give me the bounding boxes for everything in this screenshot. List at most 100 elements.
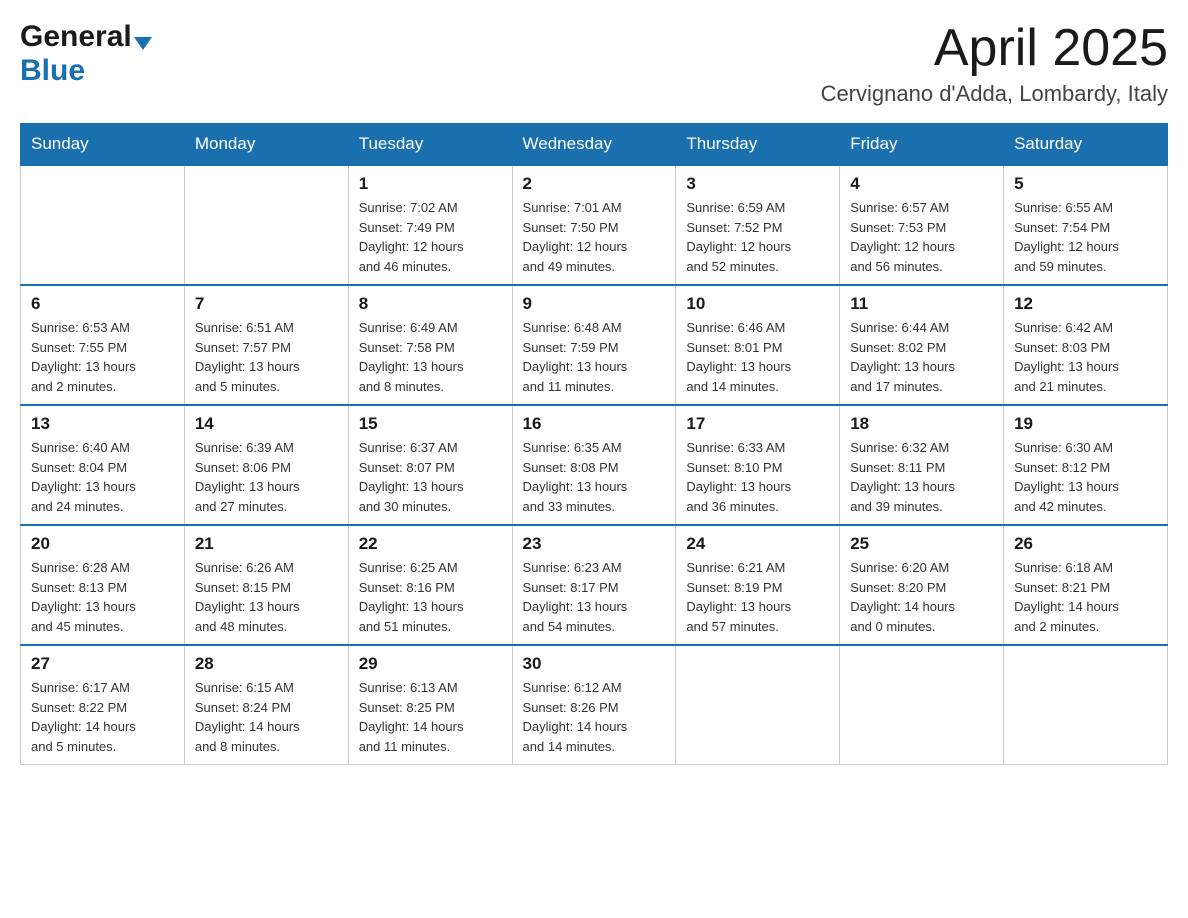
day-number: 18 [850, 414, 993, 434]
day-number: 4 [850, 174, 993, 194]
header: General Blue April 2025 Cervignano d'Add… [20, 20, 1168, 107]
day-number: 17 [686, 414, 829, 434]
day-number: 22 [359, 534, 502, 554]
calendar-cell: 25 Sunrise: 6:20 AM Sunset: 8:20 PM Dayli… [840, 525, 1004, 645]
day-number: 27 [31, 654, 174, 674]
calendar-week-3: 13Sunrise: 6:40 AM Sunset: 8:04 PM Dayli… [21, 405, 1168, 525]
day-info: Sunrise: 6:28 AM Sunset: 8:13 PM Dayligh… [31, 558, 174, 636]
day-number: 9 [523, 294, 666, 314]
day-info: Sunrise: 6:53 AM Sunset: 7:55 PM Dayligh… [31, 318, 174, 396]
calendar-cell [676, 645, 840, 765]
day-number: 2 [523, 174, 666, 194]
day-number: 7 [195, 294, 338, 314]
day-info: Sunrise: 6:49 AM Sunset: 7:58 PM Dayligh… [359, 318, 502, 396]
calendar-cell: 7 Sunrise: 6:51 AM Sunset: 7:57 PM Daylig… [184, 285, 348, 405]
day-info: Sunrise: 6:26 AM Sunset: 8:15 PM Dayligh… [195, 558, 338, 636]
calendar-cell: 12 Sunrise: 6:42 AM Sunset: 8:03 PM Dayli… [1004, 285, 1168, 405]
calendar-cell: 8 Sunrise: 6:49 AM Sunset: 7:58 PM Daylig… [348, 285, 512, 405]
calendar-cell: 17Sunrise: 6:33 AM Sunset: 8:10 PM Dayli… [676, 405, 840, 525]
logo-triangle-icon [134, 37, 152, 50]
calendar-cell: 9 Sunrise: 6:48 AM Sunset: 7:59 PM Daylig… [512, 285, 676, 405]
calendar-cell: 11 Sunrise: 6:44 AM Sunset: 8:02 PM Dayli… [840, 285, 1004, 405]
day-number: 1 [359, 174, 502, 194]
header-day-saturday: Saturday [1004, 124, 1168, 166]
day-info: Sunrise: 7:02 AM Sunset: 7:49 PM Dayligh… [359, 198, 502, 276]
day-number: 21 [195, 534, 338, 554]
calendar-cell [1004, 645, 1168, 765]
day-number: 10 [686, 294, 829, 314]
day-info: Sunrise: 6:46 AM Sunset: 8:01 PM Dayligh… [686, 318, 829, 396]
day-info: Sunrise: 6:23 AM Sunset: 8:17 PM Dayligh… [523, 558, 666, 636]
calendar-cell: 20 Sunrise: 6:28 AM Sunset: 8:13 PM Dayli… [21, 525, 185, 645]
day-number: 16 [523, 414, 666, 434]
calendar-cell: 1 Sunrise: 7:02 AM Sunset: 7:49 PM Daylig… [348, 165, 512, 285]
day-number: 3 [686, 174, 829, 194]
calendar-cell: 26Sunrise: 6:18 AM Sunset: 8:21 PM Dayli… [1004, 525, 1168, 645]
calendar-week-1: 1 Sunrise: 7:02 AM Sunset: 7:49 PM Daylig… [21, 165, 1168, 285]
calendar-cell: 4 Sunrise: 6:57 AM Sunset: 7:53 PM Daylig… [840, 165, 1004, 285]
calendar-cell: 22 Sunrise: 6:25 AM Sunset: 8:16 PM Dayli… [348, 525, 512, 645]
day-info: Sunrise: 6:55 AM Sunset: 7:54 PM Dayligh… [1014, 198, 1157, 276]
calendar-cell: 10 Sunrise: 6:46 AM Sunset: 8:01 PM Dayli… [676, 285, 840, 405]
day-number: 25 [850, 534, 993, 554]
day-number: 20 [31, 534, 174, 554]
calendar-cell: 30 Sunrise: 6:12 AM Sunset: 8:26 PM Dayli… [512, 645, 676, 765]
calendar-cell: 14 Sunrise: 6:39 AM Sunset: 8:06 PM Dayli… [184, 405, 348, 525]
header-day-thursday: Thursday [676, 124, 840, 166]
calendar-cell: 24 Sunrise: 6:21 AM Sunset: 8:19 PM Dayli… [676, 525, 840, 645]
day-info: Sunrise: 6:35 AM Sunset: 8:08 PM Dayligh… [523, 438, 666, 516]
day-number: 5 [1014, 174, 1157, 194]
day-info: Sunrise: 6:15 AM Sunset: 8:24 PM Dayligh… [195, 678, 338, 756]
calendar-cell: 27 Sunrise: 6:17 AM Sunset: 8:22 PM Dayli… [21, 645, 185, 765]
day-info: Sunrise: 6:30 AM Sunset: 8:12 PM Dayligh… [1014, 438, 1157, 516]
day-number: 12 [1014, 294, 1157, 314]
header-day-friday: Friday [840, 124, 1004, 166]
calendar-cell [840, 645, 1004, 765]
day-info: Sunrise: 6:57 AM Sunset: 7:53 PM Dayligh… [850, 198, 993, 276]
day-info: Sunrise: 6:20 AM Sunset: 8:20 PM Dayligh… [850, 558, 993, 636]
day-number: 26 [1014, 534, 1157, 554]
header-day-monday: Monday [184, 124, 348, 166]
calendar-cell: 15 Sunrise: 6:37 AM Sunset: 8:07 PM Dayli… [348, 405, 512, 525]
calendar-cell [184, 165, 348, 285]
day-number: 15 [359, 414, 502, 434]
day-number: 29 [359, 654, 502, 674]
day-info: Sunrise: 6:21 AM Sunset: 8:19 PM Dayligh… [686, 558, 829, 636]
day-info: Sunrise: 6:37 AM Sunset: 8:07 PM Dayligh… [359, 438, 502, 516]
day-number: 11 [850, 294, 993, 314]
day-info: Sunrise: 6:25 AM Sunset: 8:16 PM Dayligh… [359, 558, 502, 636]
day-number: 13 [31, 414, 174, 434]
month-title: April 2025 [821, 20, 1168, 77]
calendar-cell: 28Sunrise: 6:15 AM Sunset: 8:24 PM Dayli… [184, 645, 348, 765]
day-info: Sunrise: 7:01 AM Sunset: 7:50 PM Dayligh… [523, 198, 666, 276]
day-info: Sunrise: 6:44 AM Sunset: 8:02 PM Dayligh… [850, 318, 993, 396]
calendar-cell: 21 Sunrise: 6:26 AM Sunset: 8:15 PM Dayli… [184, 525, 348, 645]
day-info: Sunrise: 6:48 AM Sunset: 7:59 PM Dayligh… [523, 318, 666, 396]
day-info: Sunrise: 6:39 AM Sunset: 8:06 PM Dayligh… [195, 438, 338, 516]
day-number: 6 [31, 294, 174, 314]
calendar-week-5: 27 Sunrise: 6:17 AM Sunset: 8:22 PM Dayli… [21, 645, 1168, 765]
day-info: Sunrise: 6:17 AM Sunset: 8:22 PM Dayligh… [31, 678, 174, 756]
location: Cervignano d'Adda, Lombardy, Italy [821, 81, 1168, 107]
day-info: Sunrise: 6:12 AM Sunset: 8:26 PM Dayligh… [523, 678, 666, 756]
day-info: Sunrise: 6:51 AM Sunset: 7:57 PM Dayligh… [195, 318, 338, 396]
calendar-cell: 29Sunrise: 6:13 AM Sunset: 8:25 PM Dayli… [348, 645, 512, 765]
day-number: 30 [523, 654, 666, 674]
header-day-wednesday: Wednesday [512, 124, 676, 166]
day-info: Sunrise: 6:32 AM Sunset: 8:11 PM Dayligh… [850, 438, 993, 516]
calendar-week-4: 20 Sunrise: 6:28 AM Sunset: 8:13 PM Dayli… [21, 525, 1168, 645]
calendar-cell: 2 Sunrise: 7:01 AM Sunset: 7:50 PM Daylig… [512, 165, 676, 285]
logo-blue: Blue [20, 54, 85, 87]
calendar-header-row: SundayMondayTuesdayWednesdayThursdayFrid… [21, 124, 1168, 166]
day-number: 24 [686, 534, 829, 554]
header-day-tuesday: Tuesday [348, 124, 512, 166]
day-number: 14 [195, 414, 338, 434]
calendar-cell: 16 Sunrise: 6:35 AM Sunset: 8:08 PM Dayli… [512, 405, 676, 525]
day-info: Sunrise: 6:42 AM Sunset: 8:03 PM Dayligh… [1014, 318, 1157, 396]
logo: General Blue [20, 20, 152, 88]
calendar: SundayMondayTuesdayWednesdayThursdayFrid… [20, 123, 1168, 765]
day-info: Sunrise: 6:59 AM Sunset: 7:52 PM Dayligh… [686, 198, 829, 276]
day-number: 8 [359, 294, 502, 314]
calendar-cell: 3 Sunrise: 6:59 AM Sunset: 7:52 PM Daylig… [676, 165, 840, 285]
day-number: 23 [523, 534, 666, 554]
